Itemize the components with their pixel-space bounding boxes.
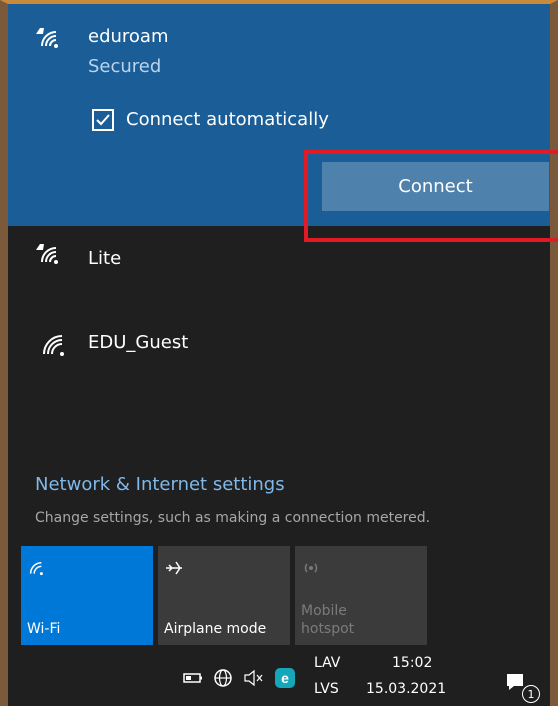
connect-automatically-checkbox[interactable] [92,109,114,131]
airplane-mode-tile[interactable]: Airplane mode [158,546,290,645]
network-settings-link[interactable]: Network & Internet settings [35,474,285,495]
tile-label: Airplane mode [164,621,267,637]
clock-date[interactable]: 15.03.2021 [366,681,446,697]
notification-badge: 1 [522,685,540,703]
battery-icon[interactable] [182,667,204,689]
wifi-lock-icon [32,22,62,52]
airplane-icon [164,558,184,578]
language-indicator[interactable]: LAV [314,655,340,671]
taskbar: e LAV LVS 15:02 15.03.2021 1 [8,649,550,706]
connect-automatically-label: Connect automatically [126,109,329,130]
hotspot-icon [301,558,321,578]
network-settings-subtitle: Change settings, such as making a connec… [35,510,431,526]
network-flyout: eduroam Secured Connect automatically Co… [8,4,558,706]
clock-time[interactable]: 15:02 [392,655,432,671]
svg-text:e: e [281,670,289,686]
network-ssid: Lite [88,248,122,269]
globe-network-icon[interactable] [212,667,234,689]
tile-label: Wi-Fi [27,621,61,637]
keyboard-layout[interactable]: LVS [314,681,339,697]
network-ssid: EDU_Guest [88,332,189,353]
wifi-toggle-tile[interactable]: Wi-Fi [21,546,153,645]
network-status: Secured [88,56,162,77]
network-ssid: eduroam [88,26,169,47]
e-app-icon[interactable]: e [274,667,296,689]
volume-muted-icon[interactable] [242,667,264,689]
mobile-hotspot-tile[interactable]: Mobile hotspot [295,546,427,645]
highlight-box [304,150,558,242]
wifi-lock-icon [32,238,62,268]
wifi-icon [38,328,68,358]
wifi-icon [27,558,45,576]
tile-label: Mobile hotspot [301,603,355,637]
